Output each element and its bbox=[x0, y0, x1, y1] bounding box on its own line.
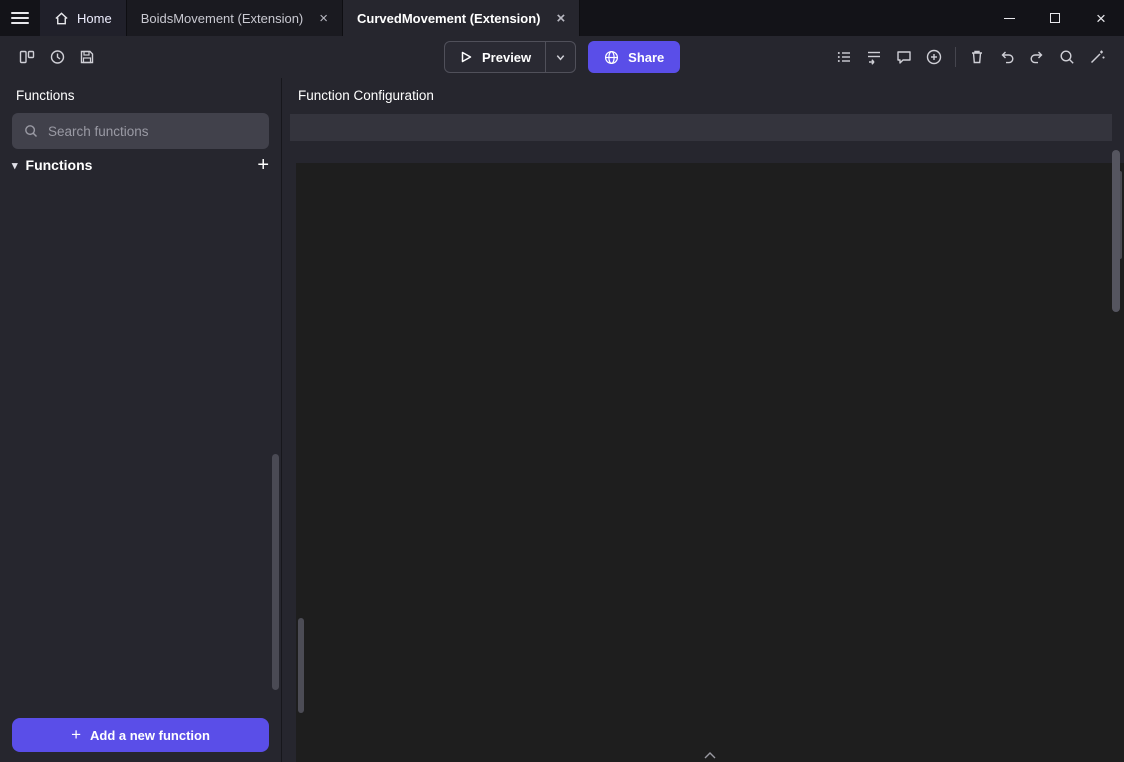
content-area: Functions ▾ Functions + + Add a new func… bbox=[0, 78, 1124, 762]
panels-button[interactable] bbox=[12, 42, 42, 72]
panel-scrollbar[interactable] bbox=[298, 618, 304, 713]
plus-icon: + bbox=[71, 725, 81, 745]
delete-button[interactable] bbox=[962, 42, 992, 72]
tab-curvedmovement[interactable]: CurvedMovement (Extension) × bbox=[343, 0, 580, 36]
preview-button[interactable]: Preview bbox=[444, 41, 576, 73]
feedback-button[interactable] bbox=[889, 42, 919, 72]
chevron-down-icon bbox=[555, 52, 566, 63]
sidebar-title: Functions bbox=[0, 78, 281, 109]
toolbar-separator bbox=[955, 47, 956, 67]
share-button[interactable]: Share bbox=[588, 41, 680, 73]
parameters-section bbox=[282, 141, 1124, 163]
debugger-button[interactable] bbox=[859, 42, 889, 72]
undo-icon bbox=[998, 48, 1016, 66]
theme-button[interactable] bbox=[1082, 42, 1112, 72]
tab-home[interactable]: Home bbox=[40, 0, 127, 36]
console-button[interactable] bbox=[829, 42, 859, 72]
console-icon bbox=[835, 48, 853, 66]
functions-list: ▾ Functions + bbox=[0, 157, 281, 712]
tab-label: Home bbox=[77, 11, 112, 26]
history-icon bbox=[48, 48, 66, 66]
debugger-icon bbox=[865, 48, 883, 66]
sidebar-scrollbar[interactable] bbox=[272, 454, 279, 690]
save-icon bbox=[78, 48, 96, 66]
redo-button[interactable] bbox=[1022, 42, 1052, 72]
functions-section-header[interactable]: ▾ Functions + bbox=[0, 157, 281, 180]
collapse-arrow-icon: ▾ bbox=[12, 159, 18, 172]
window-controls: × bbox=[986, 0, 1124, 36]
search-button[interactable] bbox=[1052, 42, 1082, 72]
tab-boidsmovement[interactable]: BoidsMovement (Extension) × bbox=[127, 0, 343, 36]
maximize-button[interactable] bbox=[1032, 0, 1078, 36]
share-label: Share bbox=[628, 50, 664, 65]
panels-icon bbox=[18, 48, 36, 66]
function-configuration-panel: Function Configuration bbox=[282, 78, 1124, 762]
gdevelop-window: Home BoidsMovement (Extension) × CurvedM… bbox=[0, 0, 1124, 762]
add-function-icon[interactable]: + bbox=[257, 157, 269, 177]
home-icon bbox=[54, 11, 69, 26]
toolbar: Preview Share bbox=[0, 36, 1124, 78]
hamburger-icon bbox=[11, 9, 29, 27]
search-icon bbox=[23, 123, 39, 139]
parameters-scrollbar[interactable] bbox=[1112, 150, 1120, 312]
maximize-icon bbox=[1050, 13, 1060, 23]
close-tab-icon[interactable]: × bbox=[557, 11, 566, 26]
close-tab-icon[interactable]: × bbox=[319, 11, 328, 26]
close-icon: × bbox=[1096, 10, 1106, 27]
add-button[interactable] bbox=[919, 42, 949, 72]
chevron-up-icon bbox=[704, 752, 716, 759]
configuration-tabs bbox=[290, 114, 1112, 141]
search-functions-box[interactable] bbox=[12, 113, 269, 149]
collapse-editor-button[interactable] bbox=[704, 752, 716, 759]
panel-title: Function Configuration bbox=[282, 78, 1124, 109]
functions-sidebar: Functions ▾ Functions + + Add a new func… bbox=[0, 78, 282, 762]
titlebar: Home BoidsMovement (Extension) × CurvedM… bbox=[0, 0, 1124, 36]
trash-icon bbox=[968, 48, 986, 66]
redo-icon bbox=[1028, 48, 1046, 66]
tab-label: CurvedMovement (Extension) bbox=[357, 11, 540, 26]
search-icon bbox=[1058, 48, 1076, 66]
preview-label: Preview bbox=[482, 50, 531, 65]
section-title: Functions bbox=[26, 157, 93, 173]
minimize-icon bbox=[1004, 18, 1015, 19]
chat-bubble-icon bbox=[895, 48, 913, 66]
play-icon bbox=[459, 50, 473, 64]
main-menu-button[interactable] bbox=[0, 0, 40, 36]
close-window-button[interactable]: × bbox=[1078, 0, 1124, 36]
history-button[interactable] bbox=[42, 42, 72, 72]
add-function-label: Add a new function bbox=[90, 728, 210, 743]
preview-options-button[interactable] bbox=[545, 42, 575, 72]
plus-circle-icon bbox=[925, 48, 943, 66]
tab-label: BoidsMovement (Extension) bbox=[141, 11, 304, 26]
magic-wand-icon bbox=[1088, 48, 1106, 66]
globe-icon bbox=[604, 50, 619, 65]
save-button[interactable] bbox=[72, 42, 102, 72]
undo-button[interactable] bbox=[992, 42, 1022, 72]
search-functions-input[interactable] bbox=[48, 124, 258, 139]
javascript-code-editor[interactable] bbox=[296, 163, 1124, 762]
add-new-function-button[interactable]: + Add a new function bbox=[12, 718, 269, 752]
minimize-button[interactable] bbox=[986, 0, 1032, 36]
